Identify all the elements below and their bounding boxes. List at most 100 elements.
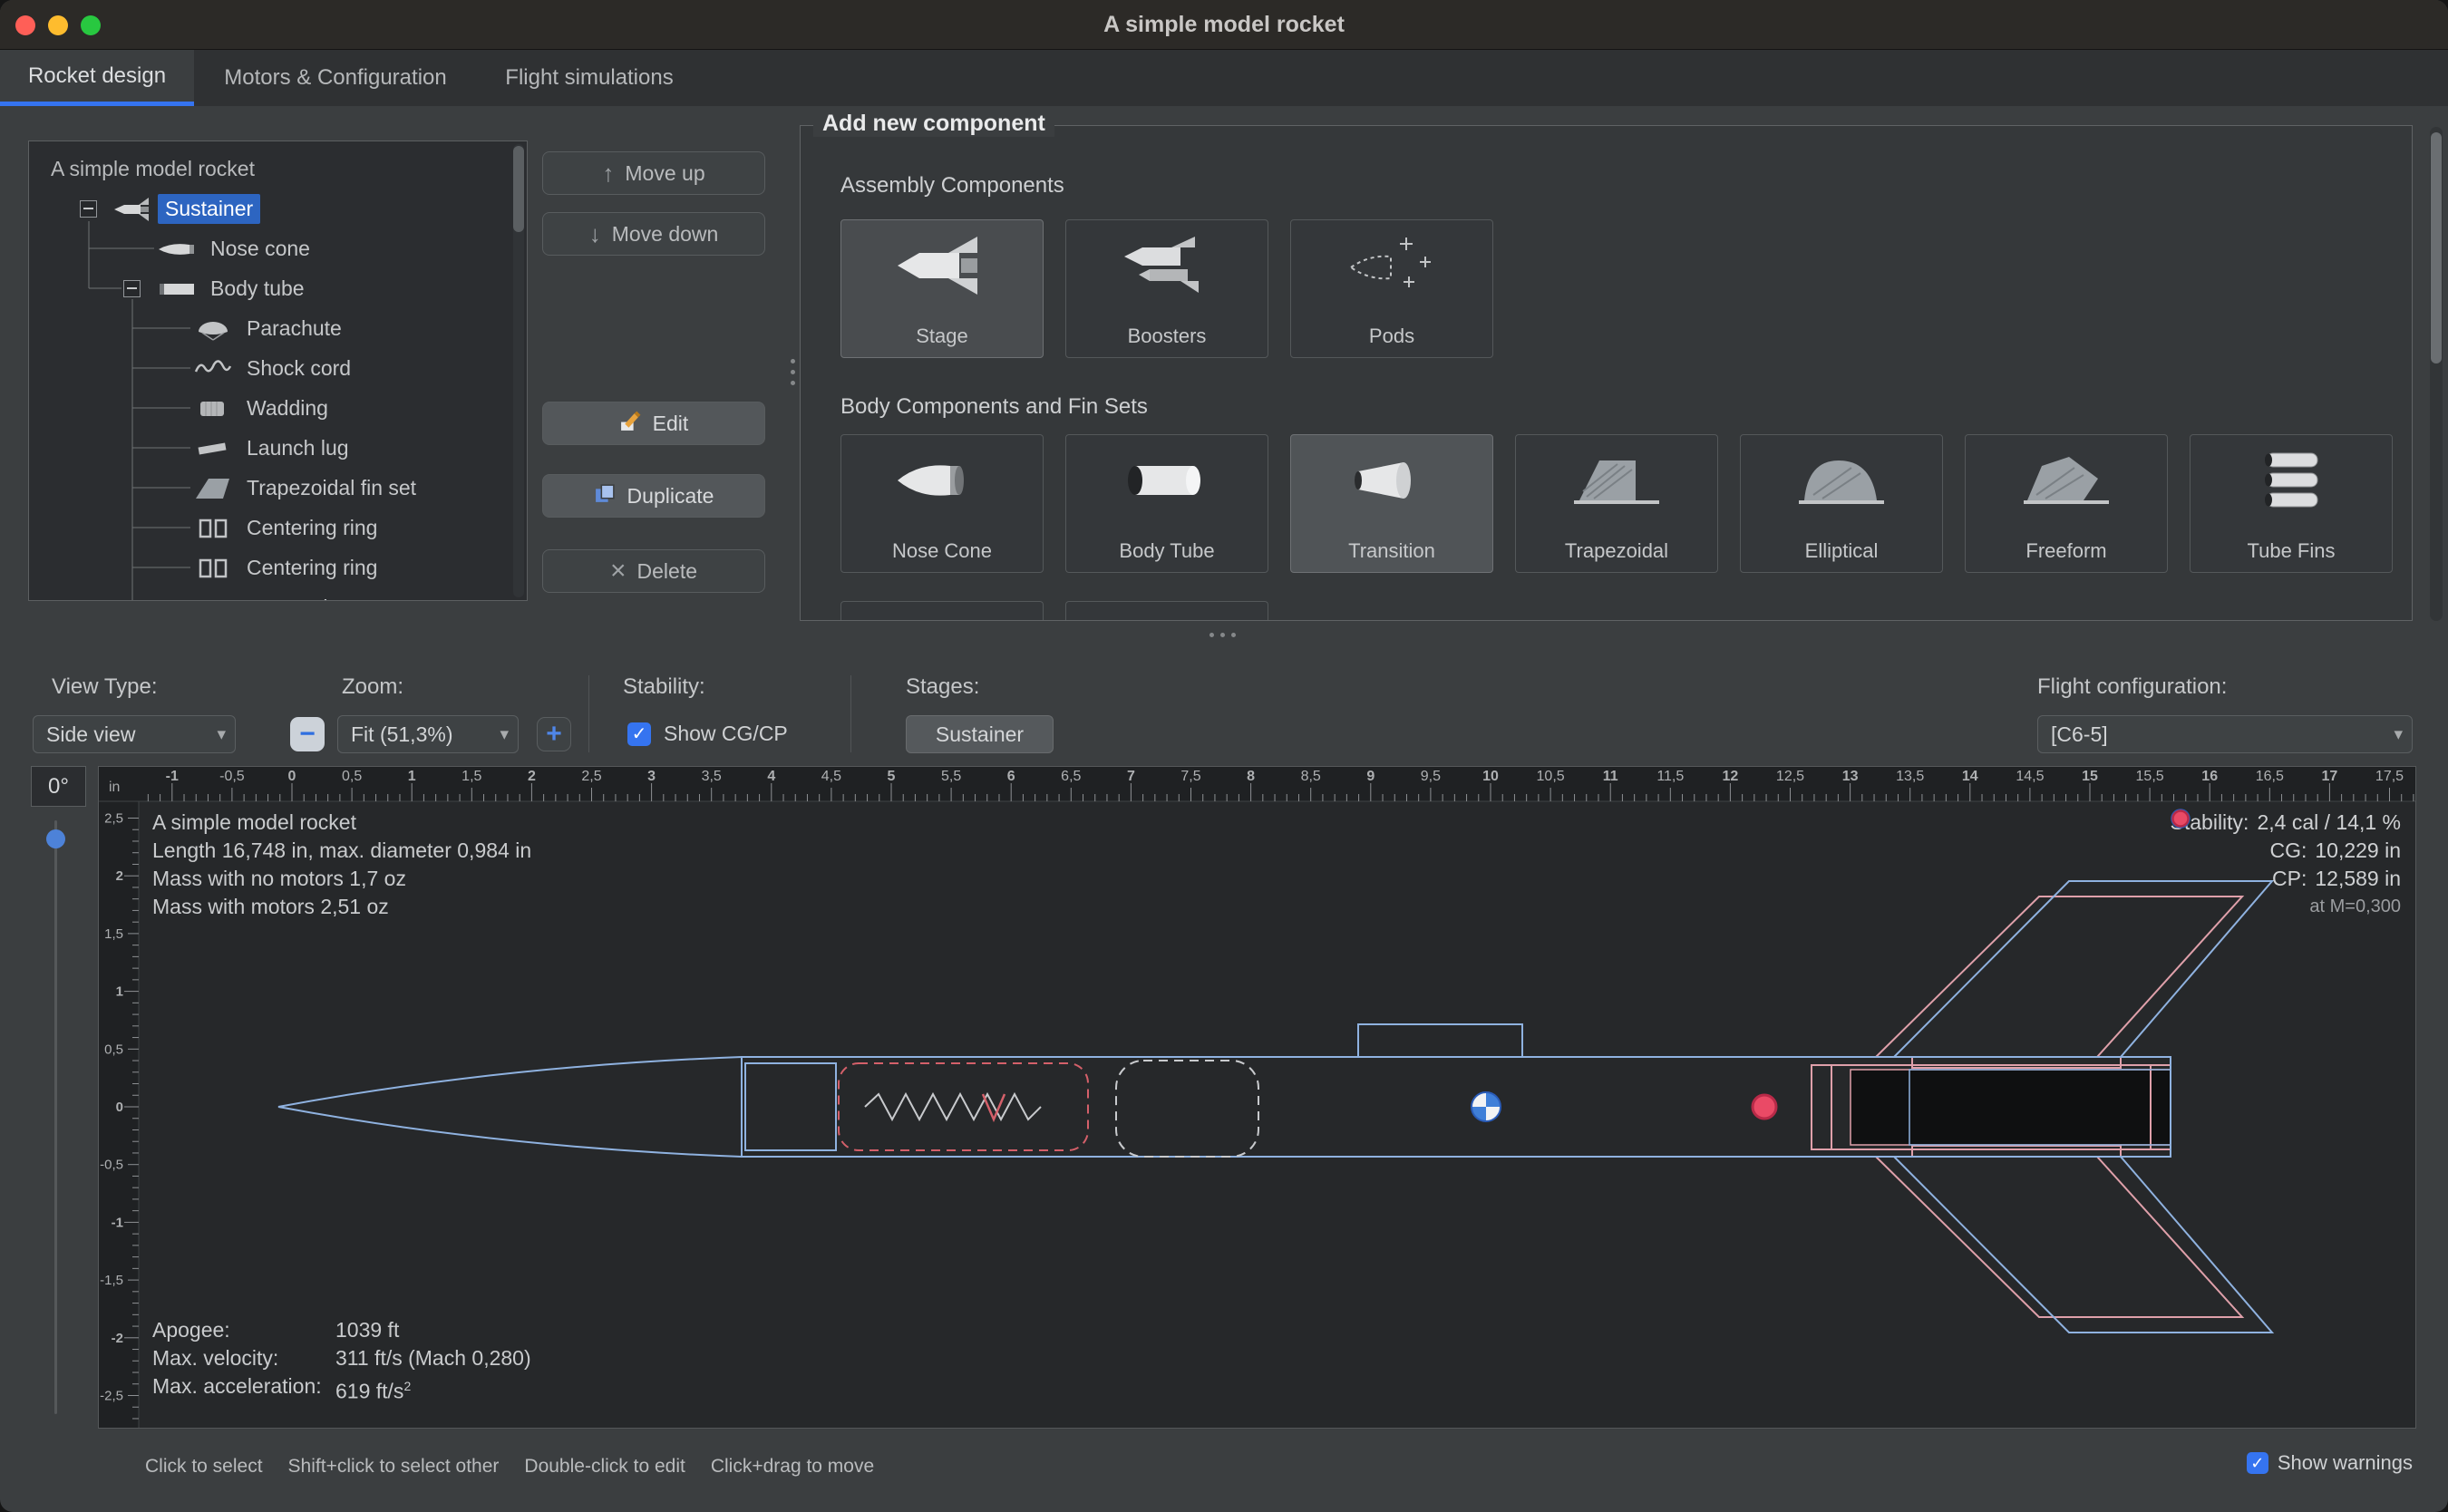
- rocket-length: Length 16,748 in, max. diameter 0,984 in: [152, 837, 531, 865]
- component-button-freeform[interactable]: Freeform: [1965, 434, 2168, 573]
- chevron-down-icon: ▾: [500, 724, 509, 745]
- tree-item-centering-ring[interactable]: Centering ring: [29, 508, 512, 548]
- tree-collapse-handle[interactable]: [80, 200, 97, 218]
- component-button-stage[interactable]: Stage: [840, 219, 1044, 358]
- component-button-boosters[interactable]: Boosters: [1065, 219, 1268, 358]
- view-type-value: Side view: [46, 722, 135, 747]
- tree-item-parachute[interactable]: Parachute: [29, 308, 512, 348]
- centering-ring-icon: [193, 515, 233, 542]
- body-tube-big-icon: [1117, 446, 1217, 519]
- zoom-in-button[interactable]: +: [537, 717, 571, 751]
- tree-item-inner-tube[interactable]: Inner Tube: [29, 587, 512, 601]
- component-button-elliptical[interactable]: Elliptical: [1740, 434, 1943, 573]
- component-button-body-tube[interactable]: Body Tube: [1065, 434, 1268, 573]
- tree-item-launch-lug[interactable]: Launch lug: [29, 428, 512, 468]
- zoom-select[interactable]: Fit (51,3%) ▾: [337, 715, 519, 753]
- tree-scrollbar[interactable]: [513, 144, 524, 597]
- edit-label: Edit: [653, 412, 689, 436]
- tree-collapse-handle[interactable]: [123, 280, 141, 297]
- tree-item-nose-cone[interactable]: Nose cone: [29, 228, 512, 268]
- panel-scrollbar[interactable]: [2430, 127, 2443, 621]
- fin-set-icon: [193, 475, 233, 502]
- vertical-splitter-handle[interactable]: [791, 359, 795, 385]
- tree-item-label: A simple model rocket: [44, 154, 262, 184]
- delete-button[interactable]: × Delete: [542, 549, 765, 593]
- component-button-transition[interactable]: Transition: [1290, 434, 1493, 573]
- flight-configuration-select[interactable]: [C6-5] ▾: [2037, 715, 2413, 753]
- zoom-label: Zoom:: [342, 674, 403, 700]
- zoom-out-button[interactable]: −: [290, 717, 325, 751]
- fin-tab-top: [1912, 1057, 2121, 1068]
- component-button-trapezoidal[interactable]: Trapezoidal: [1515, 434, 1718, 573]
- stages-label: Stages:: [906, 674, 979, 700]
- cp-marker: [1753, 1095, 1776, 1119]
- rocket-mass-no-motors: Mass with no motors 1,7 oz: [152, 865, 531, 893]
- component-tree-panel: A simple model rocket Sustainer Nose coneB…: [28, 141, 528, 601]
- tree-item-a-simple-model-rocket[interactable]: A simple model rocket: [29, 149, 512, 189]
- chevron-down-icon: ▾: [217, 724, 226, 745]
- tree-item-body-tube[interactable]: Body tube: [29, 268, 512, 308]
- tree-item-label: Trapezoidal fin set: [239, 473, 423, 503]
- cg-value: 10,229 in: [2315, 838, 2401, 863]
- apogee-value: 1039 ft: [335, 1316, 399, 1344]
- tree-item-sustainer[interactable]: Sustainer: [29, 189, 512, 228]
- move-up-icon: ↑: [602, 161, 614, 185]
- component-button-partial-1[interactable]: [840, 601, 1044, 620]
- rotation-angle-badge: 0°: [31, 766, 86, 807]
- stage-toggle-sustainer[interactable]: Sustainer: [906, 715, 1054, 753]
- duplicate-button[interactable]: Duplicate: [542, 474, 765, 518]
- component-button-label: Nose Cone: [841, 539, 1043, 563]
- hint-click-select: Click to select: [145, 1456, 263, 1478]
- add-component-title: Add new component: [813, 111, 1054, 137]
- duplicate-icon: [594, 482, 617, 510]
- app-window: A simple model rocket Rocket design Moto…: [0, 0, 2448, 1512]
- component-button-label: Stage: [841, 325, 1043, 348]
- tab-flight-simulations[interactable]: Flight simulations: [477, 50, 702, 106]
- window-title: A simple model rocket: [0, 0, 2448, 50]
- view-type-select[interactable]: Side view ▾: [33, 715, 236, 753]
- rotation-slider-track[interactable]: [54, 820, 57, 1414]
- rotation-slider-thumb[interactable]: [46, 829, 65, 848]
- show-warnings-checkbox[interactable]: ✓: [2247, 1452, 2268, 1474]
- component-button-tube-fins[interactable]: Tube Fins: [2190, 434, 2393, 573]
- component-button-nose-cone[interactable]: Nose Cone: [840, 434, 1044, 573]
- shock-cord-icon: [193, 355, 233, 383]
- tab-bar: Rocket design Motors & Configuration Fli…: [0, 50, 2448, 106]
- tree-item-wadding[interactable]: Wadding: [29, 388, 512, 428]
- component-button-pods[interactable]: Pods: [1290, 219, 1493, 358]
- freeform-fin-icon: [2016, 446, 2116, 519]
- add-component-panel: Add new component Assembly Components St…: [800, 125, 2413, 621]
- edit-button[interactable]: Edit: [542, 402, 765, 445]
- elliptical-fin-icon: [1792, 446, 1891, 519]
- rocket-view-canvas[interactable]: in-1-0,500,511,522,533,544,555,566,577,5…: [98, 766, 2416, 1429]
- transition-icon: [1342, 446, 1442, 519]
- rocket-icon: [112, 196, 152, 223]
- show-cgcp-label: Show CG/CP: [664, 722, 788, 746]
- horizontal-splitter-handle[interactable]: [1209, 633, 1236, 637]
- tree-item-shock-cord[interactable]: Shock cord: [29, 348, 512, 388]
- tab-motors-configuration[interactable]: Motors & Configuration: [194, 50, 477, 106]
- boosters-icon: [1117, 231, 1217, 305]
- tree-item-centering-ring[interactable]: Centering ring: [29, 548, 512, 587]
- tab-rocket-design[interactable]: Rocket design: [0, 50, 194, 106]
- pods-icon: [1342, 231, 1442, 305]
- show-warnings-label: Show warnings: [2278, 1451, 2413, 1475]
- component-button-label: Elliptical: [1741, 539, 1942, 563]
- stability-label: Stability:: [623, 674, 705, 700]
- tree-item-label: Sustainer: [158, 194, 260, 224]
- nose-cone-big-icon: [892, 446, 992, 519]
- fin-bottom-alt-outline: [1876, 1157, 2242, 1317]
- move-down-button[interactable]: ↓ Move down: [542, 212, 765, 256]
- tree-scrollbar-thumb[interactable]: [513, 146, 524, 232]
- motor-fill: [1851, 1070, 2171, 1145]
- panel-scrollbar-thumb[interactable]: [2431, 132, 2442, 363]
- move-up-button[interactable]: ↑ Move up: [542, 151, 765, 195]
- mach-note: at M=0,300: [2309, 897, 2401, 917]
- component-button-partial-2[interactable]: [1065, 601, 1268, 620]
- acceleration-label: Max. acceleration:: [152, 1372, 335, 1406]
- stage-icon: [892, 231, 992, 305]
- centering-ring-icon: [193, 555, 233, 582]
- component-button-label: Pods: [1291, 325, 1492, 348]
- tree-item-trapezoidal-fin-set[interactable]: Trapezoidal fin set: [29, 468, 512, 508]
- show-cgcp-checkbox[interactable]: ✓: [627, 722, 651, 746]
